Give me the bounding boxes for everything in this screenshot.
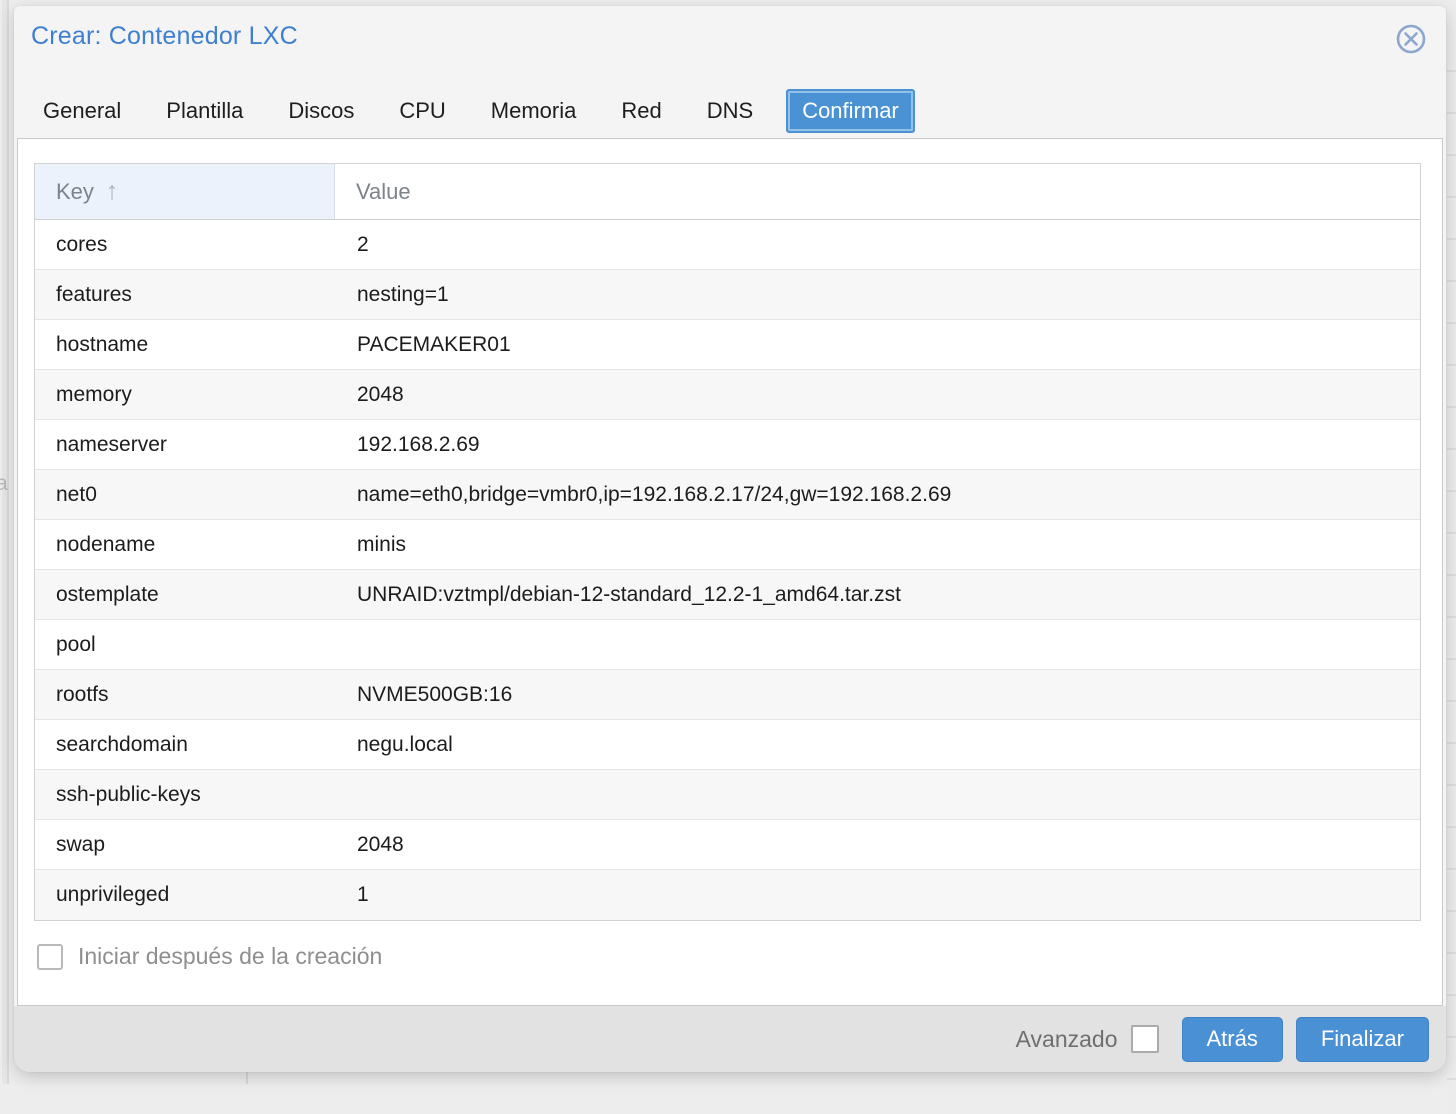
value-cell: negu.local: [335, 733, 1420, 757]
tab-bar: General Plantilla Discos CPU Memoria Red…: [43, 87, 915, 134]
confirm-panel: Key ↑ Value cores 2 features nesting=1 h…: [17, 138, 1443, 1006]
background-bottom-line: [246, 1072, 248, 1084]
tab-discos[interactable]: Discos: [288, 98, 354, 124]
value-cell: UNRAID:vztmpl/debian-12-standard_12.2-1_…: [335, 583, 1420, 607]
tab-red[interactable]: Red: [621, 98, 661, 124]
tab-dns[interactable]: DNS: [707, 98, 753, 124]
grid-row-memory[interactable]: memory 2048: [35, 370, 1420, 420]
value-cell: PACEMAKER01: [335, 333, 1420, 357]
grid-row-cores[interactable]: cores 2: [35, 220, 1420, 270]
column-header-key[interactable]: Key ↑: [35, 164, 335, 219]
start-after-creation-row: Iniciar después de la creación: [37, 943, 382, 970]
start-after-creation-label[interactable]: Iniciar después de la creación: [78, 943, 382, 970]
tab-cpu[interactable]: CPU: [399, 98, 445, 124]
sort-asc-icon: ↑: [106, 179, 119, 204]
grid-row-features[interactable]: features nesting=1: [35, 270, 1420, 320]
grid-row-unprivileged[interactable]: unprivileged 1: [35, 870, 1420, 920]
background-left-strip: [2, 0, 9, 1084]
key-cell: pool: [35, 633, 335, 657]
key-cell: hostname: [35, 333, 335, 357]
value-cell: 2: [335, 233, 1420, 257]
create-lxc-dialog: Crear: Contenedor LXC General Plantilla …: [14, 6, 1446, 1072]
grid-header: Key ↑ Value: [35, 164, 1420, 220]
dialog-footer: Avanzado Atrás Finalizar: [14, 1006, 1446, 1072]
background-right-strip: [1447, 30, 1456, 1114]
grid-row-nameserver[interactable]: nameserver 192.168.2.69: [35, 420, 1420, 470]
close-button[interactable]: [1395, 23, 1427, 55]
grid-row-ssh-public-keys[interactable]: ssh-public-keys: [35, 770, 1420, 820]
value-cell: NVME500GB:16: [335, 683, 1420, 707]
finish-button[interactable]: Finalizar: [1296, 1017, 1429, 1062]
value-cell: 2048: [335, 383, 1420, 407]
key-cell: cores: [35, 233, 335, 257]
key-cell: swap: [35, 833, 335, 857]
key-cell: nodename: [35, 533, 335, 557]
value-cell: 1: [335, 883, 1420, 907]
dialog-title: Crear: Contenedor LXC: [31, 22, 298, 51]
grid-row-searchdomain[interactable]: searchdomain negu.local: [35, 720, 1420, 770]
advanced-checkbox[interactable]: [1131, 1025, 1159, 1053]
grid-row-hostname[interactable]: hostname PACEMAKER01: [35, 320, 1420, 370]
key-cell: rootfs: [35, 683, 335, 707]
close-icon: [1395, 23, 1427, 55]
summary-grid: Key ↑ Value cores 2 features nesting=1 h…: [34, 163, 1421, 921]
value-cell: 2048: [335, 833, 1420, 857]
grid-row-rootfs[interactable]: rootfs NVME500GB:16: [35, 670, 1420, 720]
background-text-fragment: a: [0, 472, 8, 496]
key-cell: ostemplate: [35, 583, 335, 607]
key-cell: net0: [35, 483, 335, 507]
grid-row-swap[interactable]: swap 2048: [35, 820, 1420, 870]
start-after-creation-checkbox[interactable]: [37, 944, 63, 970]
value-cell: name=eth0,bridge=vmbr0,ip=192.168.2.17/2…: [335, 483, 1420, 507]
tab-confirmar[interactable]: Confirmar: [786, 89, 915, 133]
grid-row-ostemplate[interactable]: ostemplate UNRAID:vztmpl/debian-12-stand…: [35, 570, 1420, 620]
advanced-label[interactable]: Avanzado: [1016, 1026, 1118, 1053]
grid-row-nodename[interactable]: nodename minis: [35, 520, 1420, 570]
tab-memoria[interactable]: Memoria: [491, 98, 577, 124]
back-button[interactable]: Atrás: [1182, 1017, 1283, 1062]
grid-row-pool[interactable]: pool: [35, 620, 1420, 670]
value-cell: 192.168.2.69: [335, 433, 1420, 457]
key-cell: unprivileged: [35, 883, 335, 907]
value-cell: nesting=1: [335, 283, 1420, 307]
tab-general[interactable]: General: [43, 98, 121, 124]
tab-plantilla[interactable]: Plantilla: [166, 98, 243, 124]
key-cell: ssh-public-keys: [35, 783, 335, 807]
value-cell: minis: [335, 533, 1420, 557]
column-header-value[interactable]: Value: [335, 164, 1420, 219]
key-cell: features: [35, 283, 335, 307]
grid-rows: cores 2 features nesting=1 hostname PACE…: [35, 220, 1420, 920]
key-cell: memory: [35, 383, 335, 407]
grid-row-net0[interactable]: net0 name=eth0,bridge=vmbr0,ip=192.168.2…: [35, 470, 1420, 520]
key-cell: nameserver: [35, 433, 335, 457]
column-header-key-label: Key: [56, 179, 94, 205]
column-header-value-label: Value: [356, 179, 411, 205]
key-cell: searchdomain: [35, 733, 335, 757]
